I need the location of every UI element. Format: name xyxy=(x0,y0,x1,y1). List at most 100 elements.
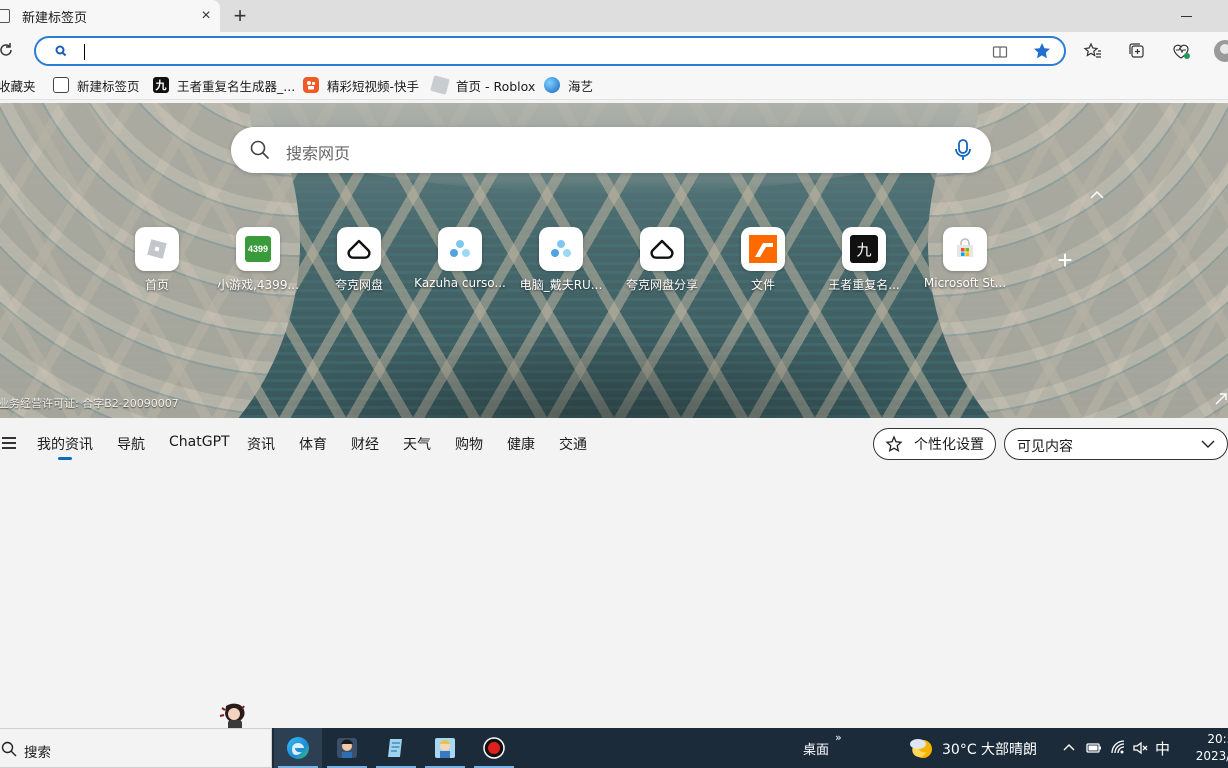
system-clock[interactable]: 20:35 2023/6/ xyxy=(1182,731,1228,765)
nine-icon: 九 xyxy=(153,77,169,93)
quick-link-label: Microsoft St... xyxy=(923,276,1007,290)
kazuha-icon xyxy=(438,227,482,271)
add-quick-link-button[interactable]: + xyxy=(1054,247,1076,273)
4399-glyph: 4399 xyxy=(245,236,271,262)
quick-link-tile[interactable]: 夸克网盘分享 xyxy=(618,227,706,297)
feed-tab-traffic[interactable]: 交通 xyxy=(559,434,587,454)
new-tab-page-icon xyxy=(53,77,69,93)
quick-link-label: 夸克网盘分享 xyxy=(625,278,698,292)
feed-tab-news[interactable]: 资讯 xyxy=(247,434,275,454)
wifi-icon[interactable] xyxy=(1109,739,1127,757)
address-input[interactable] xyxy=(84,44,85,60)
visible-content-dropdown[interactable]: 可见内容 xyxy=(1004,428,1228,460)
quick-link-label: 文件 xyxy=(750,278,775,292)
taskbar-app-recorder[interactable] xyxy=(470,728,518,768)
quick-link-tile[interactable]: 夸克网盘 xyxy=(315,227,403,297)
nine-icon: 九 xyxy=(842,227,886,271)
game-character-icon xyxy=(337,738,357,758)
favorites-icon[interactable] xyxy=(1083,41,1103,61)
feed-tab-my-news[interactable]: 我的资讯 xyxy=(37,434,93,460)
collections-icon[interactable] xyxy=(1127,41,1147,61)
roblox-icon xyxy=(430,75,450,95)
weather-partly-sunny-icon[interactable] xyxy=(908,734,936,762)
chevron-up-icon[interactable] xyxy=(1060,739,1078,757)
notepad-icon xyxy=(388,739,402,757)
clock-time: 20:35 xyxy=(1207,732,1228,746)
taskbar: 搜索 桌面 » 30°C 大部晴朗 中 20:35 2023/6/ xyxy=(0,728,1228,768)
bookmark-favorites-folder[interactable]: 收藏夹 xyxy=(0,75,36,95)
minimize-button[interactable] xyxy=(1172,4,1200,28)
bookmark-roblox[interactable]: 首页 - Roblox xyxy=(430,75,536,95)
taskbar-app-roblox-studio[interactable] xyxy=(421,728,469,768)
tab-close-button[interactable]: × xyxy=(196,6,216,26)
favorite-star-icon[interactable] xyxy=(1032,41,1052,61)
store-icon xyxy=(943,227,987,271)
reading-view-icon[interactable] xyxy=(992,44,1008,60)
search-icon xyxy=(1,741,17,757)
feed-tab-navigation[interactable]: 导航 xyxy=(117,434,145,454)
feed-tab-sports[interactable]: 体育 xyxy=(299,434,327,454)
quick-link-tile[interactable]: 电脑_戴夫RU... xyxy=(517,227,605,297)
tab-new-tab[interactable]: 新建标签页 × xyxy=(0,0,220,32)
desktop-toolbar-chevron[interactable]: » xyxy=(835,731,842,744)
weather-text[interactable]: 30°C 大部晴朗 xyxy=(942,739,1037,759)
bookmark-haiyi[interactable]: 海艺 xyxy=(544,75,593,95)
bookmark-label: 收藏夹 xyxy=(0,78,36,94)
sparkle-star-icon xyxy=(885,435,903,453)
bookmark-kuaishou[interactable]: 精彩短视频-快手 xyxy=(303,75,419,95)
bookmark-new-tab[interactable]: 新建标签页 xyxy=(53,75,140,95)
desktop-toolbar-label[interactable]: 桌面 xyxy=(803,739,829,758)
search-icon xyxy=(55,45,67,57)
volume-muted-icon[interactable] xyxy=(1131,739,1149,757)
bookmarks-bar: 收藏夹 新建标签页 九 王者重复名生成器_... 精彩短视频-快手 首页 - R… xyxy=(0,70,1228,100)
profile-avatar[interactable] xyxy=(1214,40,1228,62)
feed-tab-chatgpt[interactable]: ChatGPT xyxy=(169,434,230,450)
file-icon xyxy=(741,227,785,271)
quick-link-tile[interactable]: Microsoft St... xyxy=(921,227,1009,297)
quick-link-tile[interactable]: 文件 xyxy=(719,227,807,297)
browser-essentials-icon[interactable] xyxy=(1171,41,1191,61)
image-info-icon[interactable] xyxy=(1214,392,1228,406)
refresh-icon[interactable] xyxy=(0,40,16,60)
personalize-label: 个性化设置 xyxy=(914,437,984,453)
cloud-icon xyxy=(337,227,381,271)
web-search-box[interactable]: 搜索网页 xyxy=(231,127,991,173)
record-icon xyxy=(483,737,505,759)
quick-link-label: Kazuha curso... xyxy=(414,276,506,290)
bookmark-wangzhe-name-generator[interactable]: 九 王者重复名生成器_... xyxy=(153,75,295,95)
address-bar[interactable] xyxy=(34,36,1066,66)
chevron-down-icon xyxy=(1201,440,1215,448)
hamburger-menu-icon[interactable] xyxy=(2,437,16,449)
taskbar-app-game[interactable] xyxy=(323,728,371,768)
quick-link-label: 首页 xyxy=(144,278,169,292)
quick-link-tile[interactable]: Kazuha curso... xyxy=(414,227,506,297)
search-icon xyxy=(250,140,270,160)
cloud-icon xyxy=(640,227,684,271)
tab-page-icon xyxy=(0,9,10,23)
battery-icon[interactable] xyxy=(1085,739,1103,757)
personalize-button[interactable]: 个性化设置 xyxy=(873,428,996,460)
taskbar-app-edge[interactable] xyxy=(274,728,322,768)
feed-tab-finance[interactable]: 财经 xyxy=(351,434,379,454)
quick-link-label: 王者重复名... xyxy=(828,278,900,292)
quick-link-label: 小游戏,4399... xyxy=(217,278,299,292)
quick-link-label: 夸克网盘 xyxy=(334,278,383,292)
new-tab-button[interactable]: + xyxy=(228,4,252,28)
taskbar-app-notepad[interactable] xyxy=(372,728,420,768)
quick-link-tile[interactable]: 4399 小游戏,4399... xyxy=(214,227,302,297)
quick-link-tile[interactable]: 九 王者重复名... xyxy=(820,227,908,297)
bookmark-label: 王者重复名生成器_... xyxy=(177,78,296,94)
feed-navigation: 我的资讯 导航 ChatGPT 资讯 体育 财经 天气 购物 健康 交通 个性化… xyxy=(0,418,1228,470)
4399-icon: 4399 xyxy=(236,227,280,271)
feed-tab-health[interactable]: 健康 xyxy=(507,434,535,454)
bookmark-label: 首页 - Roblox xyxy=(456,78,536,94)
web-search-input[interactable]: 搜索网页 xyxy=(286,140,350,164)
taskbar-search-box[interactable]: 搜索 xyxy=(0,728,272,768)
chevron-up-icon[interactable] xyxy=(1088,188,1106,202)
microphone-icon[interactable] xyxy=(953,138,973,162)
input-method-indicator[interactable]: 中 xyxy=(1155,738,1170,759)
minimize-icon xyxy=(1180,15,1192,17)
feed-tab-weather[interactable]: 天气 xyxy=(403,434,431,454)
quick-link-tile[interactable]: 首页 xyxy=(113,227,201,297)
feed-tab-shopping[interactable]: 购物 xyxy=(455,434,483,454)
